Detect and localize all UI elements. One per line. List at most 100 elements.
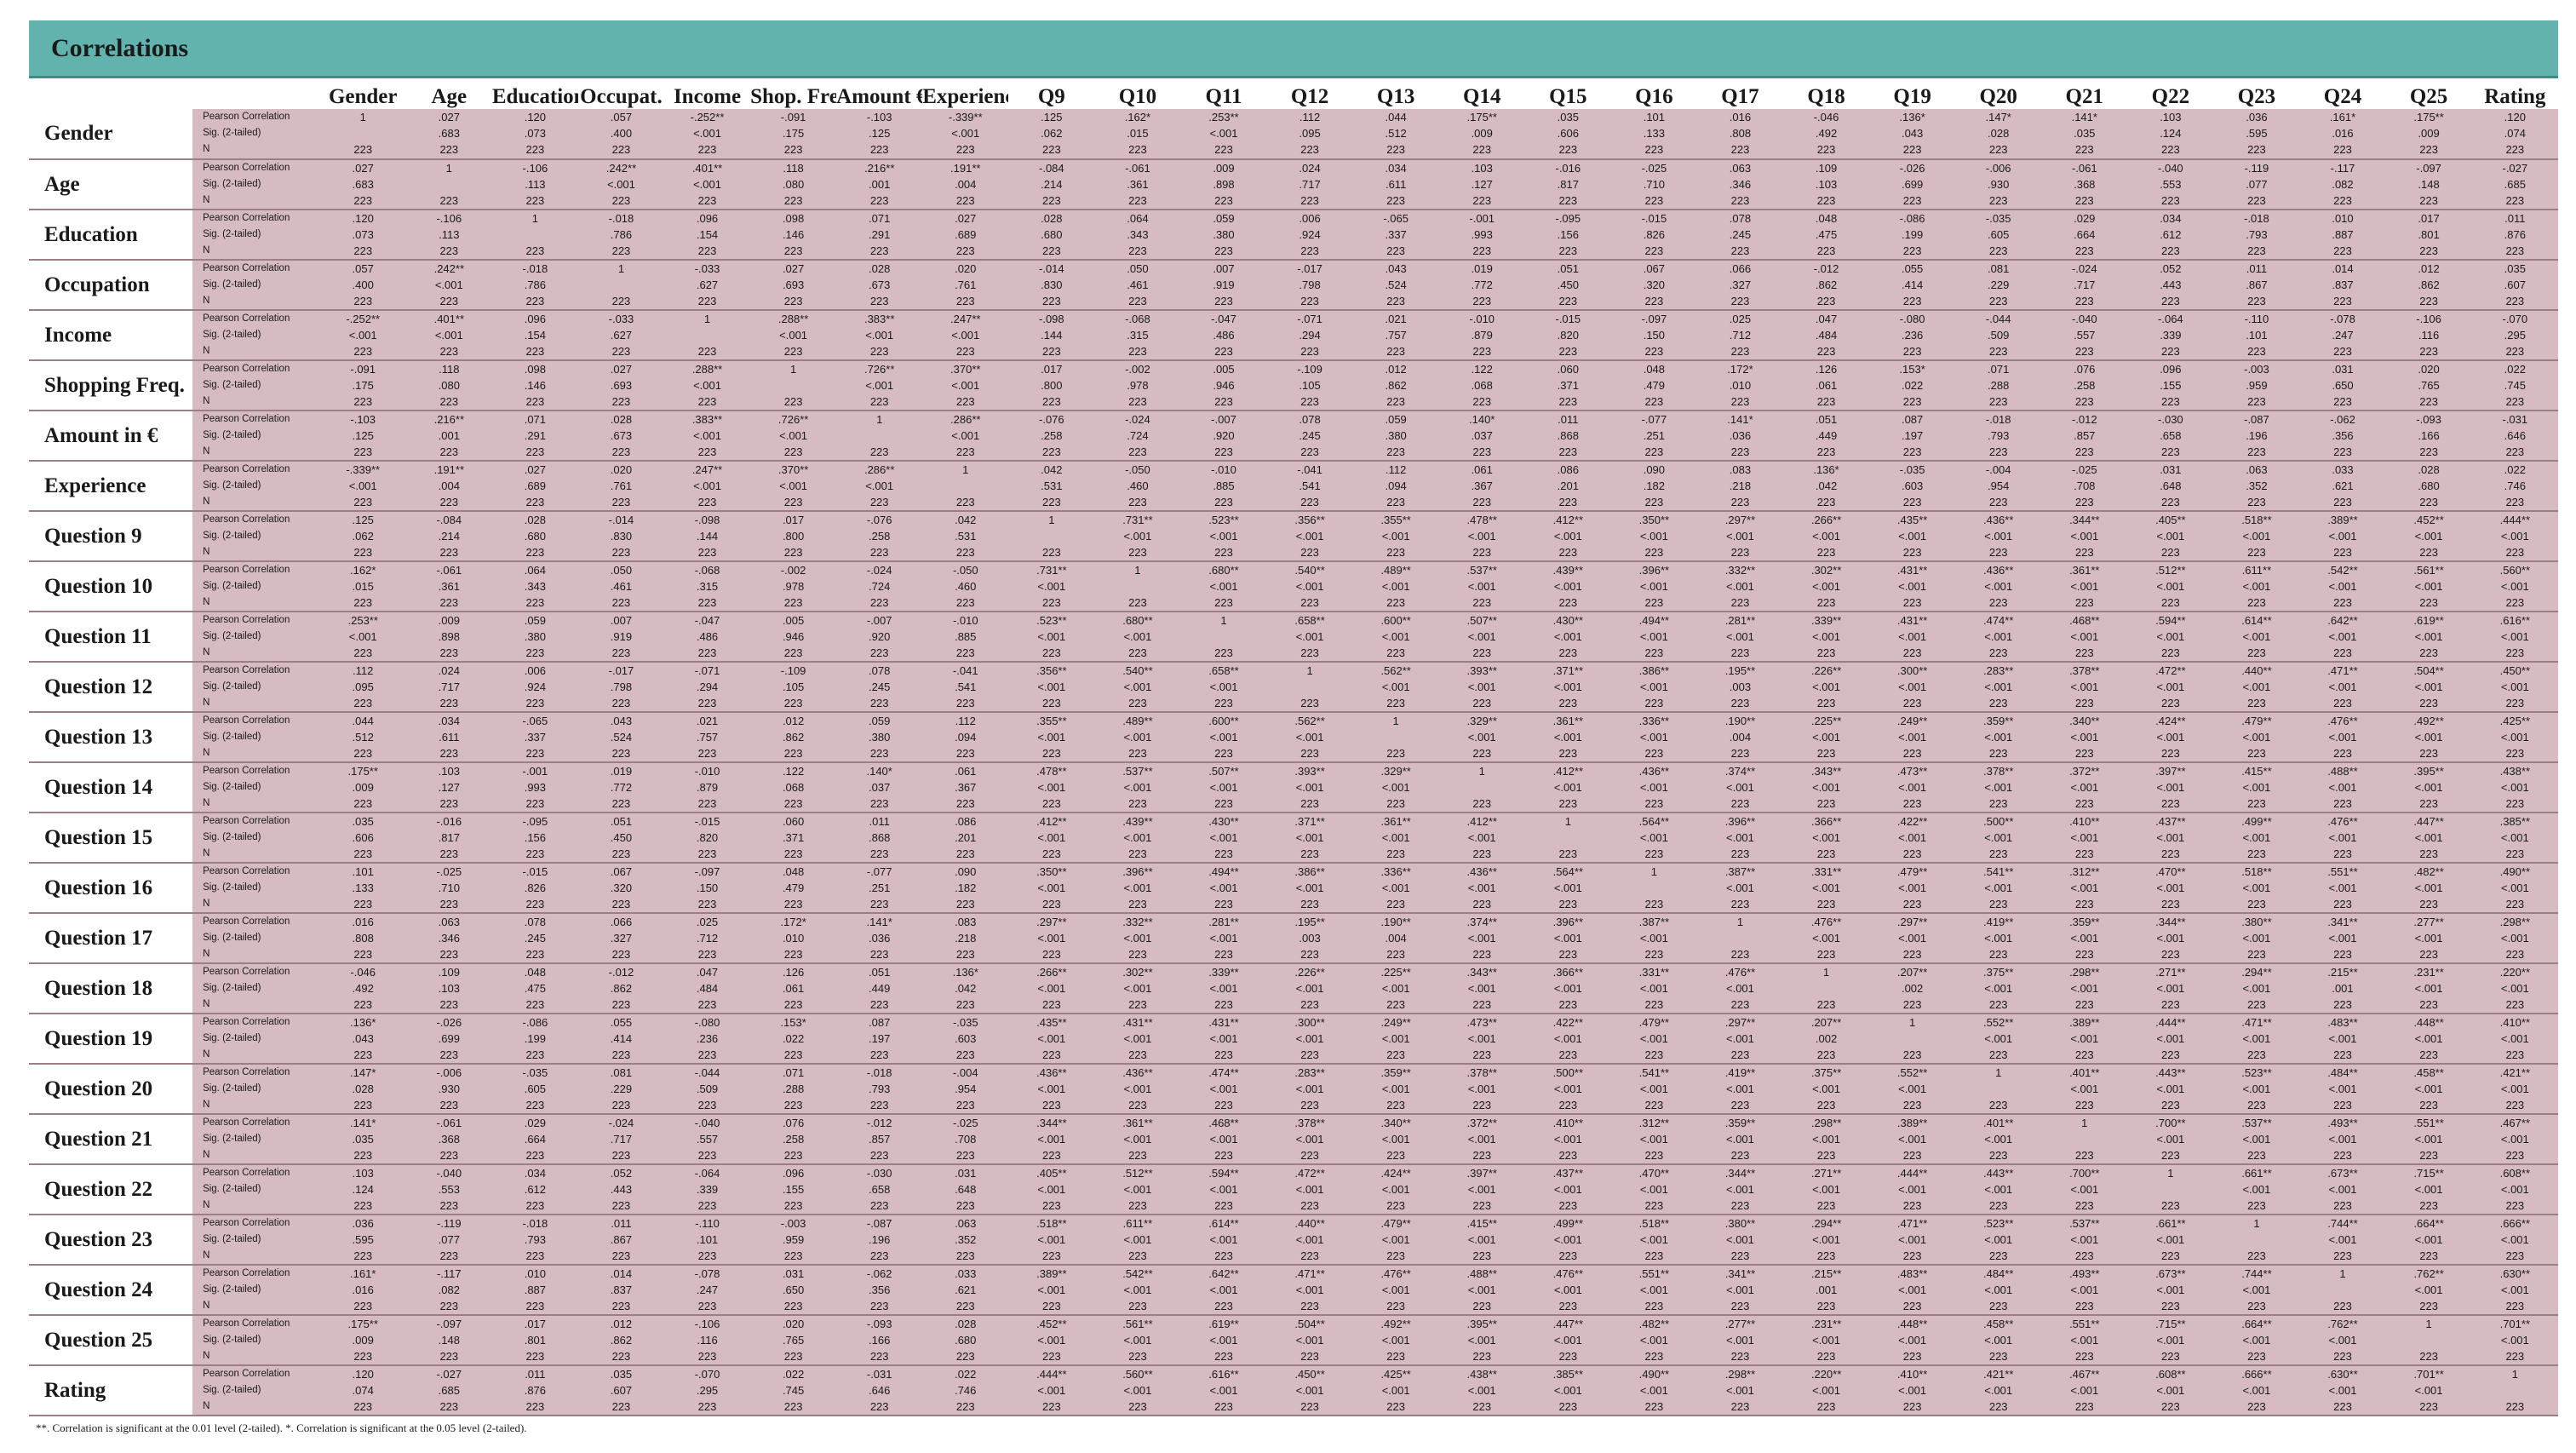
- table-cell: .410** <.001 223: [2471, 1014, 2558, 1065]
- sample-size-value: 223: [1472, 395, 1492, 408]
- sample-size-value: 223: [353, 898, 373, 910]
- correlation-value: .561**: [1122, 1318, 1153, 1330]
- significance-value: .712: [696, 932, 719, 945]
- table-cell: .476** <.001 223: [1696, 963, 1783, 1014]
- sample-size-value: 223: [955, 697, 975, 709]
- correlation-value: 1: [1736, 916, 1744, 928]
- sample-size-value: 223: [1472, 998, 1492, 1011]
- table-cell: .027.689 223: [922, 210, 1009, 261]
- table-cell: .055.414 223: [1869, 260, 1956, 311]
- significance-value: <.001: [2156, 1133, 2185, 1146]
- sample-size-value: 223: [1988, 1350, 2008, 1363]
- significance-value: <.001: [1467, 1284, 1496, 1296]
- table-cell: .096.154 223: [663, 210, 751, 261]
- table-cell: .060.371 223: [1524, 360, 1611, 411]
- correlation-value: .431**: [1896, 614, 1928, 627]
- table-cell: .396** <.001 223: [1524, 913, 1611, 964]
- correlation-value: .396**: [1552, 916, 1584, 928]
- sample-size-value: 223: [2247, 797, 2266, 810]
- column-header: Q9: [1008, 78, 1095, 109]
- significance-value: <.001: [2500, 530, 2529, 543]
- significance-value: <.001: [2500, 630, 2529, 643]
- table-cell: -.006.930 223: [1955, 159, 2042, 210]
- sample-size-value: 223: [869, 697, 889, 709]
- correlation-value: -.004: [952, 1066, 978, 1079]
- sample-size-value: 223: [353, 194, 373, 207]
- sample-size-value: 223: [1902, 646, 1922, 659]
- significance-value: .352: [955, 1233, 977, 1246]
- significance-value: .484: [696, 982, 719, 995]
- significance-value: .022: [782, 1032, 805, 1045]
- correlation-value: .294**: [1810, 1217, 1842, 1230]
- correlation-value: -.047: [1211, 313, 1236, 325]
- table-cell: -.004.954 223: [922, 1064, 1009, 1115]
- table-cell: .175** .009 223: [1438, 109, 1525, 160]
- sample-size-value: 223: [2247, 1099, 2266, 1111]
- stat-label: N: [203, 547, 210, 557]
- significance-value: <.001: [1984, 681, 2013, 693]
- correlation-value: .011: [2504, 212, 2526, 225]
- significance-value: .229: [610, 1083, 633, 1095]
- correlation-value: -.119: [436, 1217, 462, 1230]
- stat-labels-cell: Pearson Correlation Sig. (2-tailed) N: [192, 1114, 320, 1165]
- sample-size-value: 223: [1300, 1350, 1319, 1363]
- sample-size-value: 223: [1386, 395, 1405, 408]
- significance-value: <.001: [2328, 580, 2357, 593]
- table-cell: .017.800 223: [750, 511, 837, 562]
- sample-size-value: 223: [525, 646, 545, 659]
- sample-size-value: 223: [955, 747, 975, 760]
- correlation-value: .031: [782, 1267, 805, 1280]
- table-cell: -.027.685 223: [2471, 159, 2558, 210]
- sample-size-value: 223: [783, 496, 803, 508]
- sample-size-value: 223: [2505, 596, 2525, 609]
- sample-size-value: 223: [2419, 948, 2438, 961]
- sample-size-value: 223: [1988, 1199, 2008, 1212]
- sample-size-value: 223: [611, 244, 631, 257]
- table-cell: .630** <.001 223: [2471, 1265, 2558, 1316]
- significance-value: <.001: [2156, 932, 2185, 945]
- row-label: Question 12: [29, 662, 193, 713]
- table-cell: .060.371 223: [750, 813, 837, 864]
- sample-size-value: 223: [611, 797, 631, 810]
- significance-value: .658: [869, 1183, 891, 1196]
- table-cell: .401** <.001 223: [1955, 1114, 2042, 1165]
- sample-size-value: 223: [1558, 546, 1578, 559]
- significance-value: .245: [1729, 228, 1752, 241]
- table-cell: .029.664 223: [491, 1114, 578, 1165]
- table-cell: .375** <.001 223: [1783, 1064, 1870, 1115]
- correlation-value: .147*: [350, 1066, 376, 1079]
- sample-size-value: 223: [1472, 1199, 1492, 1212]
- table-cell: -.076.258 223: [1008, 411, 1095, 462]
- table-cell: .383** <.001 223: [836, 310, 923, 361]
- significance-value: .380: [1385, 429, 1407, 442]
- table-cell: .253** <.001 223: [319, 612, 406, 663]
- correlation-value: .492**: [1380, 1318, 1411, 1330]
- significance-value: .475: [524, 982, 547, 995]
- correlation-value: .312**: [1638, 1117, 1670, 1129]
- table-cell: .312** <.001 223: [2041, 863, 2128, 914]
- correlation-value: .021: [696, 715, 719, 727]
- sample-size-value: 223: [1041, 395, 1061, 408]
- table-cell: .090.182 223: [922, 863, 1009, 914]
- significance-value: <.001: [2156, 1284, 2185, 1296]
- significance-value: .817: [438, 831, 460, 844]
- correlation-value: -.050: [1125, 463, 1150, 476]
- sample-size-value: 223: [353, 143, 373, 156]
- significance-value: <.001: [1984, 781, 2013, 794]
- correlation-value: .050: [610, 564, 633, 577]
- sample-size-value: 223: [2074, 646, 2094, 659]
- sample-size-value: 223: [2505, 1350, 2525, 1363]
- sample-size-value: 223: [1988, 646, 2008, 659]
- correlation-value: .537**: [1466, 564, 1497, 577]
- sample-size-value: 223: [353, 496, 373, 508]
- correlation-value: .415**: [1466, 1217, 1497, 1230]
- stat-label: Sig. (2-tailed): [203, 279, 261, 290]
- stat-label: N: [203, 144, 210, 154]
- correlation-value: -.117: [436, 1267, 462, 1280]
- significance-value: <.001: [1639, 1183, 1668, 1196]
- sample-size-value: 223: [1730, 295, 1750, 307]
- table-cell: .523** <.001 223: [2213, 1064, 2300, 1115]
- table-cell: .043.524 223: [577, 712, 664, 763]
- table-cell: .112.095 223: [1266, 109, 1353, 160]
- table-cell: -.097.150 223: [663, 863, 751, 914]
